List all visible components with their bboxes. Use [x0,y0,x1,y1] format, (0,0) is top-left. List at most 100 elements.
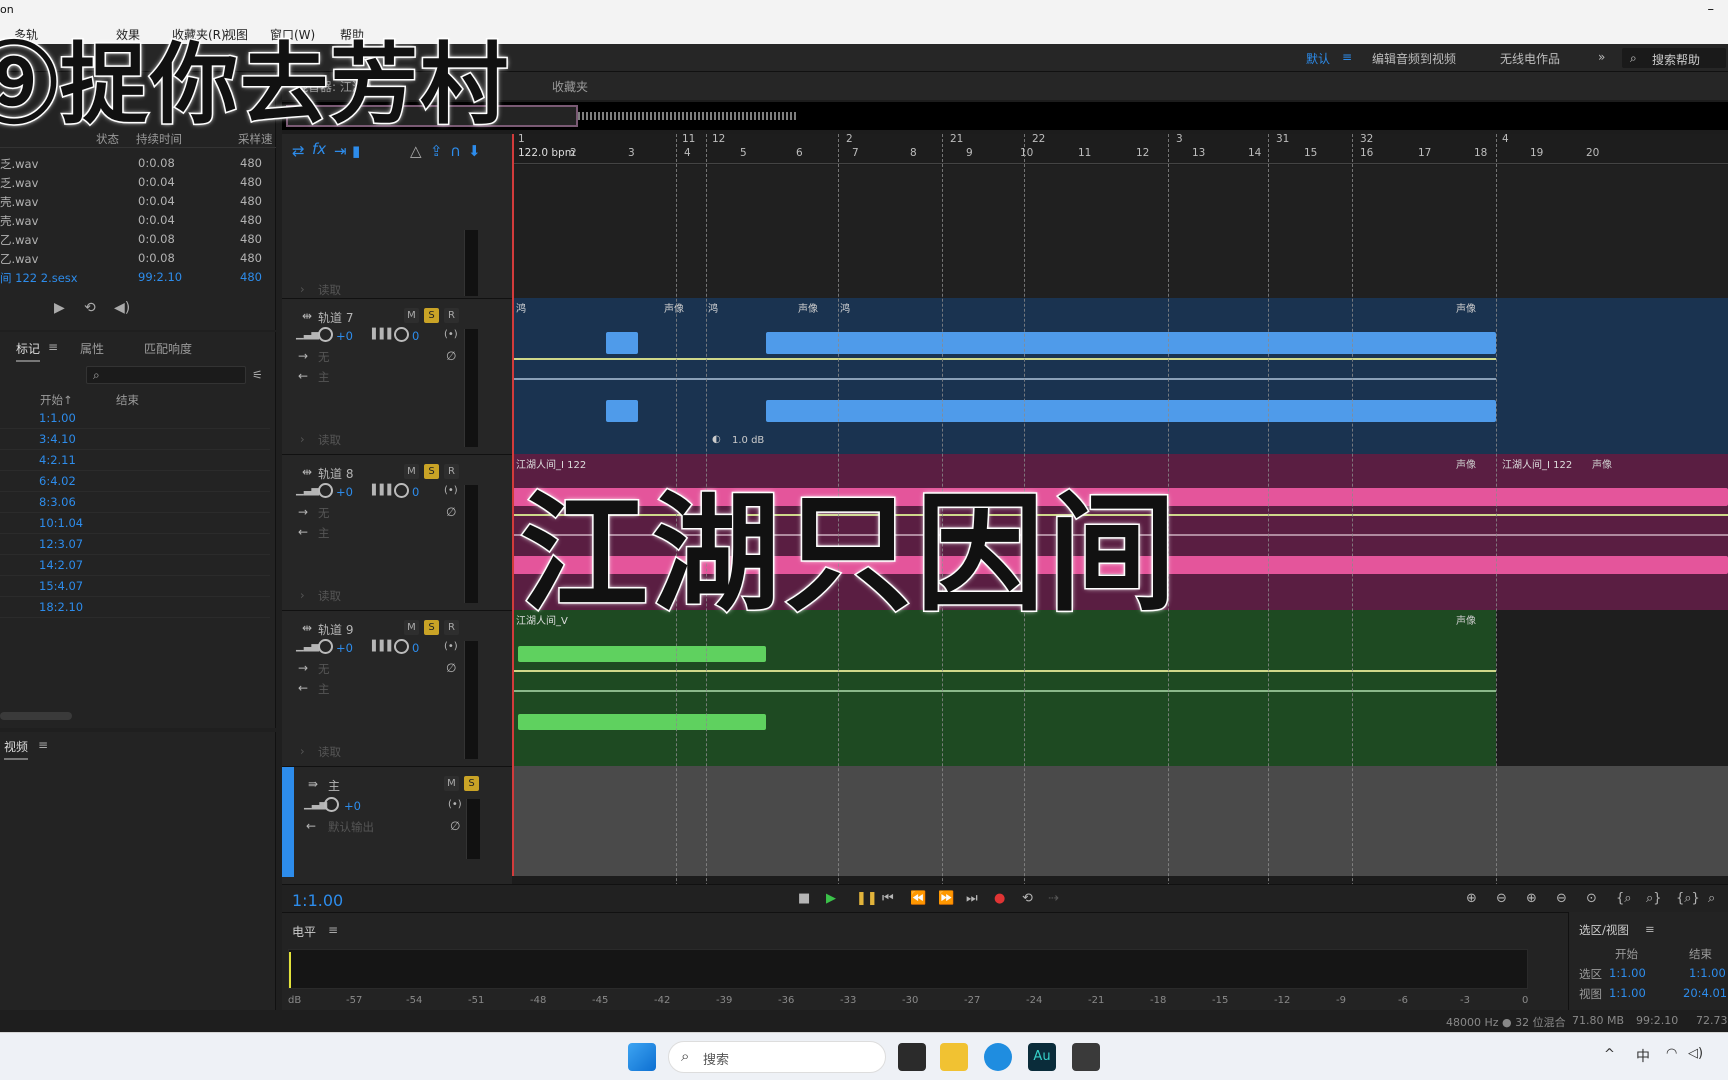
header-end[interactable]: 结束 [116,392,139,408]
file-row[interactable]: 乙.wav 0:0.08 480 [0,230,270,249]
task-view-icon[interactable] [898,1043,926,1071]
pan-envelope-label[interactable]: 声像 [1456,300,1476,315]
track-name[interactable]: 主 [328,777,340,794]
pan-knob[interactable] [394,639,409,654]
tab-markers[interactable]: 标记 [16,340,41,362]
record-arm-button[interactable]: R [444,620,459,635]
play-icon[interactable]: ▶ [54,300,65,316]
solo-button[interactable]: S [464,776,479,791]
volume-knob[interactable] [324,797,339,812]
snap-icon[interactable]: ⇪ [430,142,443,160]
phase-icon[interactable]: ∅ [446,505,456,519]
solo-button[interactable]: S [424,620,439,635]
edge-icon[interactable] [984,1043,1012,1071]
selection-start[interactable]: 1:1.00 [1609,966,1646,980]
mute-button[interactable]: M [404,308,419,323]
levels-title[interactable]: 电平 [292,923,316,940]
marker-row[interactable]: 6:4.02 [0,471,270,492]
volume-value[interactable]: +0 [336,485,353,499]
volume-knob[interactable] [318,327,333,342]
rewind-icon[interactable]: ⏪ [910,891,926,906]
track-6-lane[interactable] [512,165,1728,298]
more-workspaces-icon[interactable]: » [1598,50,1605,64]
loop-icon[interactable]: ⟲ [84,300,96,316]
pan-envelope-label[interactable]: 声像 [1456,612,1476,627]
expand-icon[interactable]: › [300,282,305,296]
stereo-icon[interactable]: (•) [444,329,458,340]
marker-row[interactable]: 8:3.06 [0,492,270,513]
fast-forward-icon[interactable]: ⏩ [938,891,954,906]
zoom-selection-icon[interactable]: {⌕} [1676,891,1700,906]
output-select[interactable]: 主 [318,525,330,541]
search-help-field[interactable]: ⌕ 搜索帮助 [1622,48,1726,68]
tab-properties[interactable]: 属性 [80,340,104,357]
audition-icon[interactable]: Au [1028,1043,1056,1071]
view-end[interactable]: 20:4.01 [1683,986,1727,1000]
windows-start-icon[interactable] [628,1043,656,1071]
levels-menu-icon[interactable]: ≡ [328,923,338,937]
input-select[interactable]: 无 [318,661,330,677]
record-arm-button[interactable]: R [444,464,459,479]
tab-match-loudness[interactable]: 匹配响度 [144,340,192,357]
playhead[interactable] [512,134,514,876]
mute-button[interactable]: M [404,464,419,479]
marker-row[interactable]: 4:2.11 [0,450,270,471]
track-read-mode[interactable]: 读取 [318,282,341,298]
loop-icon[interactable]: ⟲ [1022,891,1033,906]
file-row[interactable]: 间 122 2.sesx 99:2.10 480 [0,268,270,287]
pan-envelope[interactable] [512,690,1496,692]
track-7-lane[interactable]: 鸿 鸿 鸿 声像 声像 声像 ◐ 1.0 dB [512,298,1728,454]
record-icon[interactable]: ● [994,891,1005,906]
markers-menu-icon[interactable]: ≡ [48,340,58,354]
app-icon[interactable] [1072,1043,1100,1071]
workspace-menu-icon[interactable]: ≡ [1342,50,1352,64]
pan-envelope-label[interactable]: 声像 [664,300,684,315]
file-row[interactable]: 乏.wav 0:0.08 480 [0,154,270,173]
marker-line[interactable] [1352,134,1353,946]
pan-value[interactable]: 0 [412,329,419,343]
workspace-radio[interactable]: 无线电作品 [1500,50,1560,67]
send-icon[interactable]: ⇥ [334,142,347,160]
file-row[interactable]: 壳.wav 0:0.04 480 [0,211,270,230]
speaker-icon[interactable]: ◁) [1688,1046,1703,1061]
expand-icon[interactable]: › [300,432,305,446]
skip-icon[interactable]: ⇢ [1048,891,1059,906]
output-select[interactable]: 默认输出 [328,819,374,835]
marker-search-input[interactable]: ⌕ [86,366,246,384]
phase-icon[interactable]: ∅ [446,349,456,363]
zoom-out-amplitude-icon[interactable]: ⊖ [1496,891,1507,906]
input-select[interactable]: 无 [318,505,330,521]
taskbar-search[interactable]: ⌕ 搜索 [668,1041,886,1073]
selview-title[interactable]: 选区/视图 [1579,922,1629,938]
track-name[interactable]: 轨道 7 [318,309,353,326]
markers-scrollbar[interactable] [0,712,72,720]
timeline-ruler[interactable]: 1 11 12 2 21 22 3 31 32 4 122.0 bpm 2 3 … [512,133,1728,164]
fx-icon[interactable]: fx [312,140,326,158]
volume-envelope[interactable] [512,358,1496,360]
pan-envelope-label[interactable]: 声像 [1456,456,1476,471]
output-select[interactable]: 主 [318,681,330,697]
zoom-tool-icon[interactable]: ⌕ [1708,891,1715,906]
marker-row[interactable]: 15:4.07 [0,576,270,597]
stereo-icon[interactable]: (•) [444,485,458,496]
marker-row[interactable]: 1:1.00 [0,408,270,429]
selview-menu-icon[interactable]: ≡ [1645,922,1655,936]
pan-knob[interactable] [394,483,409,498]
marker-row[interactable]: 12:3.07 [0,534,270,555]
metronome-icon[interactable]: △ [410,142,422,160]
pan-value[interactable]: 0 [412,641,419,655]
mute-button[interactable]: M [444,776,459,791]
filter-icon[interactable]: ⚟ [252,368,263,382]
clip-gain-label[interactable]: 1.0 dB [732,435,764,446]
volume-value[interactable]: +0 [336,641,353,655]
volume-value[interactable]: +0 [336,329,353,343]
output-select[interactable]: 主 [318,369,330,385]
stereo-icon[interactable]: (•) [444,641,458,652]
track-name[interactable]: 轨道 8 [318,465,353,482]
pan-envelope-label[interactable]: 声像 [798,300,818,315]
zoom-full-icon[interactable]: ⊙ [1586,891,1597,906]
workspace-edit-video[interactable]: 编辑音频到视频 [1372,50,1456,67]
marker-row[interactable]: 10:1.04 [0,513,270,534]
file-row[interactable]: 壳.wav 0:0.04 480 [0,192,270,211]
track-name[interactable]: 轨道 9 [318,621,353,638]
